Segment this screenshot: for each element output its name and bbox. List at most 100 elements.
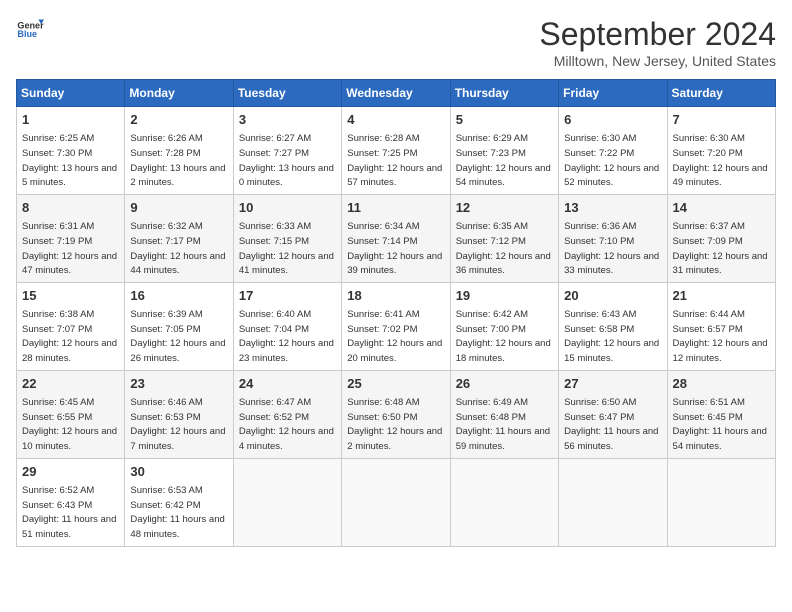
calendar-table: SundayMondayTuesdayWednesdayThursdayFrid… <box>16 79 776 547</box>
day-info: Sunrise: 6:30 AMSunset: 7:22 PMDaylight:… <box>564 133 659 188</box>
month-title: September 2024 <box>539 16 776 53</box>
page-header: General Blue September 2024 Milltown, Ne… <box>16 16 776 69</box>
day-number: 25 <box>347 375 444 393</box>
calendar-day-cell: 13 Sunrise: 6:36 AMSunset: 7:10 PMDaylig… <box>559 194 667 282</box>
location: Milltown, New Jersey, United States <box>539 53 776 69</box>
calendar-day-cell: 6 Sunrise: 6:30 AMSunset: 7:22 PMDayligh… <box>559 107 667 195</box>
day-info: Sunrise: 6:45 AMSunset: 6:55 PMDaylight:… <box>22 397 117 452</box>
calendar-day-cell: 9 Sunrise: 6:32 AMSunset: 7:17 PMDayligh… <box>125 194 233 282</box>
day-info: Sunrise: 6:51 AMSunset: 6:45 PMDaylight:… <box>673 397 767 452</box>
calendar-day-cell: 14 Sunrise: 6:37 AMSunset: 7:09 PMDaylig… <box>667 194 775 282</box>
calendar-day-cell <box>667 458 775 546</box>
weekday-header-cell: Tuesday <box>233 80 341 107</box>
calendar-week-row: 8 Sunrise: 6:31 AMSunset: 7:19 PMDayligh… <box>17 194 776 282</box>
calendar-day-cell: 21 Sunrise: 6:44 AMSunset: 6:57 PMDaylig… <box>667 282 775 370</box>
day-info: Sunrise: 6:37 AMSunset: 7:09 PMDaylight:… <box>673 221 768 276</box>
day-number: 4 <box>347 111 444 129</box>
calendar-day-cell: 29 Sunrise: 6:52 AMSunset: 6:43 PMDaylig… <box>17 458 125 546</box>
day-number: 30 <box>130 463 227 481</box>
calendar-day-cell: 20 Sunrise: 6:43 AMSunset: 6:58 PMDaylig… <box>559 282 667 370</box>
day-number: 18 <box>347 287 444 305</box>
calendar-day-cell: 23 Sunrise: 6:46 AMSunset: 6:53 PMDaylig… <box>125 370 233 458</box>
weekday-header-cell: Wednesday <box>342 80 450 107</box>
day-number: 21 <box>673 287 770 305</box>
day-info: Sunrise: 6:34 AMSunset: 7:14 PMDaylight:… <box>347 221 442 276</box>
calendar-day-cell <box>559 458 667 546</box>
calendar-week-row: 22 Sunrise: 6:45 AMSunset: 6:55 PMDaylig… <box>17 370 776 458</box>
day-info: Sunrise: 6:48 AMSunset: 6:50 PMDaylight:… <box>347 397 442 452</box>
day-info: Sunrise: 6:30 AMSunset: 7:20 PMDaylight:… <box>673 133 768 188</box>
day-number: 24 <box>239 375 336 393</box>
day-info: Sunrise: 6:47 AMSunset: 6:52 PMDaylight:… <box>239 397 334 452</box>
calendar-day-cell <box>450 458 558 546</box>
logo: General Blue <box>16 16 44 44</box>
day-info: Sunrise: 6:53 AMSunset: 6:42 PMDaylight:… <box>130 485 224 540</box>
calendar-day-cell: 8 Sunrise: 6:31 AMSunset: 7:19 PMDayligh… <box>17 194 125 282</box>
svg-text:Blue: Blue <box>17 29 37 39</box>
day-info: Sunrise: 6:36 AMSunset: 7:10 PMDaylight:… <box>564 221 659 276</box>
calendar-day-cell: 25 Sunrise: 6:48 AMSunset: 6:50 PMDaylig… <box>342 370 450 458</box>
day-number: 10 <box>239 199 336 217</box>
calendar-day-cell <box>342 458 450 546</box>
calendar-body: 1 Sunrise: 6:25 AMSunset: 7:30 PMDayligh… <box>17 107 776 547</box>
day-info: Sunrise: 6:49 AMSunset: 6:48 PMDaylight:… <box>456 397 550 452</box>
calendar-day-cell: 10 Sunrise: 6:33 AMSunset: 7:15 PMDaylig… <box>233 194 341 282</box>
title-area: September 2024 Milltown, New Jersey, Uni… <box>539 16 776 69</box>
calendar-day-cell: 30 Sunrise: 6:53 AMSunset: 6:42 PMDaylig… <box>125 458 233 546</box>
calendar-day-cell: 19 Sunrise: 6:42 AMSunset: 7:00 PMDaylig… <box>450 282 558 370</box>
weekday-header-cell: Monday <box>125 80 233 107</box>
calendar-day-cell: 1 Sunrise: 6:25 AMSunset: 7:30 PMDayligh… <box>17 107 125 195</box>
day-number: 15 <box>22 287 119 305</box>
calendar-day-cell: 28 Sunrise: 6:51 AMSunset: 6:45 PMDaylig… <box>667 370 775 458</box>
day-info: Sunrise: 6:42 AMSunset: 7:00 PMDaylight:… <box>456 309 551 364</box>
day-number: 9 <box>130 199 227 217</box>
day-info: Sunrise: 6:32 AMSunset: 7:17 PMDaylight:… <box>130 221 225 276</box>
weekday-header-cell: Saturday <box>667 80 775 107</box>
calendar-day-cell: 12 Sunrise: 6:35 AMSunset: 7:12 PMDaylig… <box>450 194 558 282</box>
calendar-day-cell: 4 Sunrise: 6:28 AMSunset: 7:25 PMDayligh… <box>342 107 450 195</box>
day-number: 23 <box>130 375 227 393</box>
day-info: Sunrise: 6:29 AMSunset: 7:23 PMDaylight:… <box>456 133 551 188</box>
weekday-header-cell: Thursday <box>450 80 558 107</box>
day-info: Sunrise: 6:26 AMSunset: 7:28 PMDaylight:… <box>130 133 225 188</box>
weekday-header-row: SundayMondayTuesdayWednesdayThursdayFrid… <box>17 80 776 107</box>
day-number: 2 <box>130 111 227 129</box>
day-number: 26 <box>456 375 553 393</box>
calendar-day-cell: 11 Sunrise: 6:34 AMSunset: 7:14 PMDaylig… <box>342 194 450 282</box>
calendar-day-cell: 16 Sunrise: 6:39 AMSunset: 7:05 PMDaylig… <box>125 282 233 370</box>
day-info: Sunrise: 6:40 AMSunset: 7:04 PMDaylight:… <box>239 309 334 364</box>
calendar-day-cell: 27 Sunrise: 6:50 AMSunset: 6:47 PMDaylig… <box>559 370 667 458</box>
day-info: Sunrise: 6:43 AMSunset: 6:58 PMDaylight:… <box>564 309 659 364</box>
calendar-week-row: 29 Sunrise: 6:52 AMSunset: 6:43 PMDaylig… <box>17 458 776 546</box>
day-number: 6 <box>564 111 661 129</box>
day-info: Sunrise: 6:27 AMSunset: 7:27 PMDaylight:… <box>239 133 334 188</box>
day-number: 11 <box>347 199 444 217</box>
calendar-day-cell: 24 Sunrise: 6:47 AMSunset: 6:52 PMDaylig… <box>233 370 341 458</box>
day-number: 5 <box>456 111 553 129</box>
day-info: Sunrise: 6:52 AMSunset: 6:43 PMDaylight:… <box>22 485 116 540</box>
day-info: Sunrise: 6:38 AMSunset: 7:07 PMDaylight:… <box>22 309 117 364</box>
calendar-day-cell: 7 Sunrise: 6:30 AMSunset: 7:20 PMDayligh… <box>667 107 775 195</box>
day-info: Sunrise: 6:35 AMSunset: 7:12 PMDaylight:… <box>456 221 551 276</box>
day-number: 20 <box>564 287 661 305</box>
day-number: 27 <box>564 375 661 393</box>
calendar-day-cell: 15 Sunrise: 6:38 AMSunset: 7:07 PMDaylig… <box>17 282 125 370</box>
calendar-day-cell: 22 Sunrise: 6:45 AMSunset: 6:55 PMDaylig… <box>17 370 125 458</box>
day-number: 19 <box>456 287 553 305</box>
logo-icon: General Blue <box>16 16 44 44</box>
day-number: 13 <box>564 199 661 217</box>
day-info: Sunrise: 6:25 AMSunset: 7:30 PMDaylight:… <box>22 133 117 188</box>
day-info: Sunrise: 6:31 AMSunset: 7:19 PMDaylight:… <box>22 221 117 276</box>
calendar-day-cell: 3 Sunrise: 6:27 AMSunset: 7:27 PMDayligh… <box>233 107 341 195</box>
day-number: 3 <box>239 111 336 129</box>
calendar-day-cell: 26 Sunrise: 6:49 AMSunset: 6:48 PMDaylig… <box>450 370 558 458</box>
day-number: 16 <box>130 287 227 305</box>
calendar-day-cell: 17 Sunrise: 6:40 AMSunset: 7:04 PMDaylig… <box>233 282 341 370</box>
day-number: 17 <box>239 287 336 305</box>
day-number: 7 <box>673 111 770 129</box>
day-number: 12 <box>456 199 553 217</box>
day-info: Sunrise: 6:46 AMSunset: 6:53 PMDaylight:… <box>130 397 225 452</box>
day-info: Sunrise: 6:41 AMSunset: 7:02 PMDaylight:… <box>347 309 442 364</box>
day-info: Sunrise: 6:33 AMSunset: 7:15 PMDaylight:… <box>239 221 334 276</box>
calendar-day-cell: 2 Sunrise: 6:26 AMSunset: 7:28 PMDayligh… <box>125 107 233 195</box>
